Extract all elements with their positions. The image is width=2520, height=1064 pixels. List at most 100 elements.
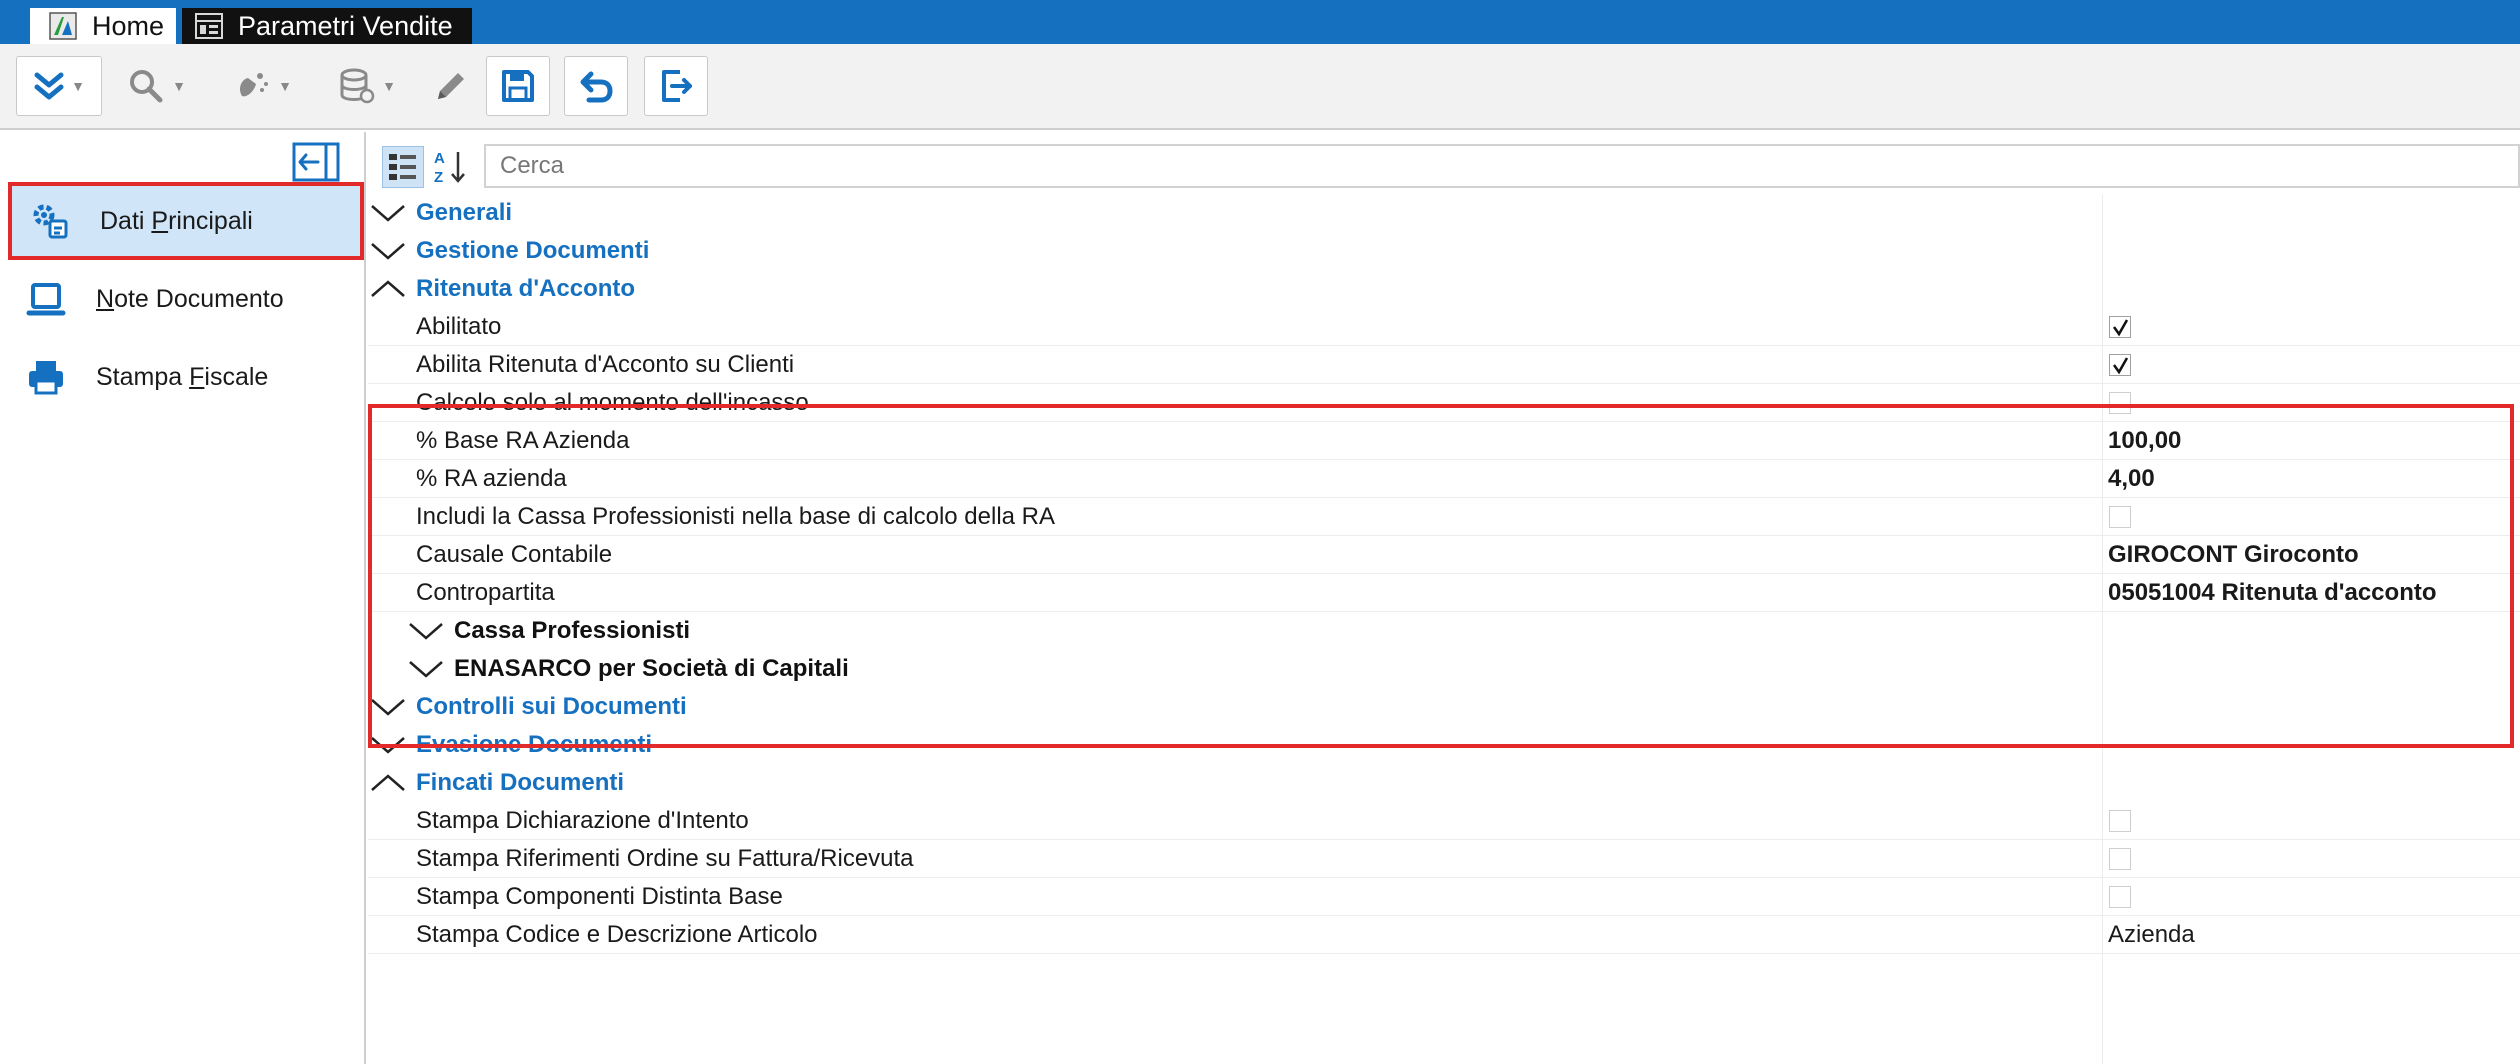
table-window-icon	[194, 11, 224, 41]
checkbox-riferimenti-ordine[interactable]	[2109, 847, 2131, 870]
checkbox-abilitato[interactable]	[2109, 315, 2131, 338]
property-row-componenti-distinta: Stampa Componenti Distinta Base	[368, 878, 2520, 916]
dropdown-arrow-icon: ▼	[278, 78, 292, 94]
checkbox-dichiarazione-intento[interactable]	[2109, 809, 2131, 832]
category-cassa-professionisti[interactable]: Cassa Professionisti	[368, 612, 2520, 650]
checkbox-abilita-ritenuta-clienti[interactable]	[2109, 353, 2131, 376]
chevron-down-icon	[409, 623, 443, 640]
chevron-up-icon	[371, 280, 405, 297]
property-row-ra-azienda: % RA azienda 4,00	[368, 460, 2520, 498]
sort-az-icon: A Z	[434, 150, 465, 186]
expand-menu-button[interactable]: ▼	[16, 56, 102, 116]
property-label: Includi la Cassa Professionisti nella ba…	[416, 502, 1055, 530]
edit-button[interactable]	[426, 56, 476, 116]
dropdown-arrow-icon: ▼	[172, 78, 186, 94]
dropdown-arrow-icon: ▼	[382, 78, 396, 94]
chevron-down-icon	[371, 737, 405, 754]
database-icon	[340, 68, 375, 104]
property-row-includi-cassa: Includi la Cassa Professionisti nella ba…	[368, 498, 2520, 536]
category-ritenuta-acconto[interactable]: Ritenuta d'Acconto	[368, 270, 2520, 308]
checkbox-calcolo-incasso[interactable]	[2109, 391, 2131, 414]
property-panel: A Z Generali Gestione Documenti Ritenuta…	[368, 132, 2520, 1064]
property-row-causale-contabile: Causale Contabile GIROCONT Giroconto	[368, 536, 2520, 574]
svg-text:A: A	[434, 150, 445, 167]
settings-gear-icon	[30, 201, 70, 241]
property-label: Abilita Ritenuta d'Acconto su Clienti	[416, 350, 795, 378]
tab-parametri-vendite-label: Parametri Vendite	[238, 10, 453, 41]
collapse-sidebar-button[interactable]	[292, 142, 340, 182]
category-gestione-documenti[interactable]: Gestione Documenti	[368, 232, 2520, 270]
alphabetical-sort-button[interactable]: A Z	[430, 146, 472, 188]
property-label: Stampa Riferimenti Ordine su Fattura/Ric…	[416, 844, 914, 872]
floppy-disk-icon	[502, 70, 534, 102]
exit-icon	[662, 70, 692, 102]
category-evasione-documenti[interactable]: Evasione Documenti	[368, 726, 2520, 764]
checkbox-componenti-distinta[interactable]	[2109, 885, 2131, 908]
property-value-base-ra[interactable]: 100,00	[2108, 427, 2181, 455]
property-label: Calcolo solo al momento dell'incasso	[416, 388, 809, 416]
chevron-up-icon	[371, 774, 405, 791]
property-label: Causale Contabile	[416, 540, 613, 568]
category-enasarco[interactable]: ENASARCO per Società di Capitali	[368, 650, 2520, 688]
database-button[interactable]: ▼	[326, 56, 406, 116]
magic-wand-icon	[240, 73, 269, 97]
app-logo-icon	[48, 11, 78, 41]
sidebar-item-label: Dati Principali	[100, 206, 253, 235]
title-bar: Home Parametri Vendite	[0, 0, 2520, 44]
category-controlli-documenti[interactable]: Controlli sui Documenti	[368, 688, 2520, 726]
category-generali[interactable]: Generali	[368, 194, 2520, 232]
property-row-base-ra-azienda: % Base RA Azienda 100,00	[368, 422, 2520, 460]
property-value-ra-azienda[interactable]: 4,00	[2108, 465, 2155, 493]
checkbox-includi-cassa[interactable]	[2109, 505, 2131, 528]
magnifier-icon	[130, 70, 163, 103]
category-label: Cassa Professionisti	[454, 617, 691, 644]
category-label: Evasione Documenti	[416, 731, 653, 758]
property-row-contropartita: Contropartita 05051004 Ritenuta d'accont…	[368, 574, 2520, 612]
property-row-abilita-ritenuta-clienti: Abilita Ritenuta d'Acconto su Clienti	[368, 346, 2520, 384]
property-label: % Base RA Azienda	[416, 426, 630, 454]
sidebar-item-label: Stampa Fiscale	[96, 362, 269, 391]
property-value-codice-descrizione[interactable]: Azienda	[2108, 921, 2195, 949]
chevron-down-icon	[371, 243, 405, 260]
chevron-down-icon	[371, 205, 405, 222]
undo-button[interactable]	[564, 56, 628, 116]
categorized-view-button[interactable]	[382, 146, 424, 188]
category-label: Ritenuta d'Acconto	[416, 275, 636, 302]
property-label: Stampa Dichiarazione d'Intento	[416, 806, 749, 834]
toolbar: ▼ ▼ ▼ ▼	[0, 44, 2520, 130]
property-value-contropartita[interactable]: 05051004 Ritenuta d'acconto	[2108, 579, 2437, 607]
sidebar-item-dati-principali[interactable]: Dati Principali	[8, 182, 364, 260]
search-button[interactable]: ▼	[116, 56, 196, 116]
property-grid: Generali Gestione Documenti Ritenuta d'A…	[368, 194, 2520, 1064]
property-row-dichiarazione-intento: Stampa Dichiarazione d'Intento	[368, 802, 2520, 840]
sidebar-item-note-documento[interactable]: Note Documento	[8, 260, 364, 338]
property-label: Stampa Codice e Descrizione Articolo	[416, 920, 818, 948]
property-label: % RA azienda	[416, 464, 567, 492]
category-label: Controlli sui Documenti	[416, 693, 687, 720]
pencil-icon	[438, 73, 464, 99]
categorized-list-icon	[389, 154, 416, 180]
sidebar-item-label: Note Documento	[96, 284, 284, 313]
category-label: ENASARCO per Società di Capitali	[454, 655, 849, 682]
exit-button[interactable]	[644, 56, 708, 116]
property-value-causale-contabile[interactable]: GIROCONT Giroconto	[2108, 541, 2359, 569]
svg-text:Z: Z	[434, 169, 443, 186]
search-input[interactable]	[484, 144, 2520, 188]
save-button[interactable]	[486, 56, 550, 116]
tab-parametri-vendite[interactable]: Parametri Vendite	[182, 8, 472, 44]
tab-home[interactable]: Home	[30, 8, 176, 44]
sidebar: Dati Principali Note Documento Stampa Fi…	[0, 132, 366, 1064]
property-row-codice-descrizione: Stampa Codice e Descrizione Articolo Azi…	[368, 916, 2520, 954]
chevron-down-icon	[371, 699, 405, 716]
category-fincati-documenti[interactable]: Fincati Documenti	[368, 764, 2520, 802]
laptop-icon	[26, 279, 66, 319]
category-label: Gestione Documenti	[416, 237, 650, 264]
collapse-panel-icon	[292, 142, 340, 182]
chevron-down-icon	[409, 661, 443, 678]
wizard-button[interactable]: ▼	[222, 56, 302, 116]
property-row-riferimenti-ordine: Stampa Riferimenti Ordine su Fattura/Ric…	[368, 840, 2520, 878]
tab-home-label: Home	[92, 10, 165, 41]
sidebar-item-stampa-fiscale[interactable]: Stampa Fiscale	[8, 338, 364, 416]
category-label: Generali	[416, 199, 513, 226]
category-label: Fincati Documenti	[416, 769, 625, 796]
